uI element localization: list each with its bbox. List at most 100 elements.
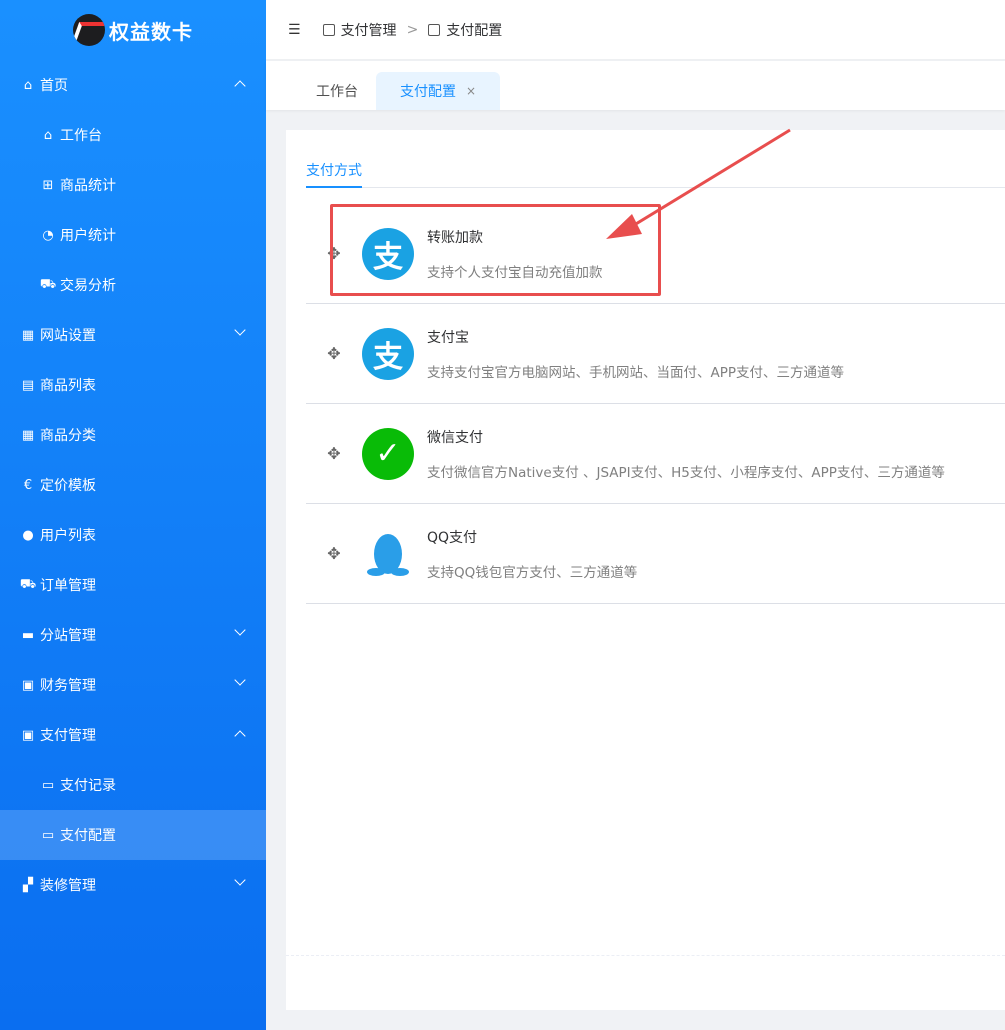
store-icon: ▬ xyxy=(21,627,35,643)
money-icon: ▣ xyxy=(21,677,35,693)
book-icon: ▭ xyxy=(41,777,55,793)
qq-icon xyxy=(362,528,414,580)
tab-payment-methods[interactable]: 支付方式 xyxy=(306,160,362,188)
sidebar-item-label: 交易分析 xyxy=(60,278,116,294)
collapse-sidebar-icon[interactable]: ☰ xyxy=(288,22,301,38)
sidebar-item[interactable]: ⊞ 商品统计 xyxy=(0,160,266,210)
payment-icon xyxy=(322,23,335,36)
pie-chart-icon: ◔ xyxy=(42,227,54,243)
sidebar-item-label: 用户列表 xyxy=(40,528,96,544)
sidebar-item-label: 商品分类 xyxy=(40,428,96,444)
payment-method-info: 支付宝支持支付宝官方电脑网站、手机网站、当面付、APP支付、三方通道等 xyxy=(427,327,844,381)
payment-method-row[interactable]: ✥ ✓ 微信支付支付微信官方Native支付 、JSAPI支付、H5支付、小程序支付… xyxy=(306,404,1005,504)
payment-icon: ▣ xyxy=(21,727,35,743)
sidebar-item[interactable]: ▦ 网站设置 xyxy=(0,310,266,360)
alipay-icon: 支 xyxy=(362,327,414,380)
tab-workbench[interactable]: 工作台 xyxy=(294,72,380,110)
chevron-down-icon[interactable] xyxy=(234,324,246,336)
drag-handle-icon[interactable]: ✥ xyxy=(306,444,362,463)
sidebar-item-label: 订单管理 xyxy=(40,578,96,594)
sidebar-item-label: 分站管理 xyxy=(40,628,96,644)
paint-roller-icon: ▞ xyxy=(23,877,33,893)
book-icon xyxy=(428,23,441,36)
payment-method-row[interactable]: ✥ 支支付宝支持支付宝官方电脑网站、手机网站、当面付、APP支付、三方通道等 xyxy=(306,304,1005,404)
chevron-up-icon[interactable] xyxy=(234,80,246,92)
grid-icon: ▦ xyxy=(21,427,35,443)
payment-method-info: 转账加款支持个人支付宝自动充值加款 xyxy=(427,227,603,281)
cart-icon: ⛟ xyxy=(19,576,37,592)
chevron-up-icon[interactable] xyxy=(234,730,246,742)
sidebar-item-label: 商品统计 xyxy=(60,178,116,194)
top-header: ☰ 支付管理 > 支付配置 xyxy=(266,0,1005,60)
sidebar-item[interactable]: ▣ 财务管理 xyxy=(0,660,266,710)
breadcrumb-separator: > xyxy=(406,21,419,38)
tabs-bar: 工作台 支付配置 × xyxy=(266,61,1005,110)
payment-method-row[interactable]: ✥ QQ支付支持QQ钱包官方支付、三方通道等 xyxy=(306,504,1005,604)
sidebar-item[interactable]: ▤ 商品列表 xyxy=(0,360,266,410)
chevron-down-icon[interactable] xyxy=(234,674,246,686)
payment-method-description: 支付微信官方Native支付 、JSAPI支付、H5支付、小程序支付、APP支付… xyxy=(427,464,945,481)
sidebar-item[interactable]: ▭ 支付配置 xyxy=(0,810,266,860)
breadcrumb-item-payment-management[interactable]: 支付管理 xyxy=(341,20,397,40)
tab-label: 工作台 xyxy=(316,84,358,100)
tab-label: 支付配置 xyxy=(400,84,456,100)
sidebar-item-label: 装修管理 xyxy=(40,878,96,894)
sidebar-menu: ⌂ 首页 ⌂ 工作台 ⊞ 商品统计 ◔ 用户统计 ⛟ 交易分析 ▦ 网站设置 ▤ 商品列表 ▦ 商品分类 € 定价… xyxy=(0,60,266,910)
sidebar: 权益数卡 ⌂ 首页 ⌂ 工作台 ⊞ 商品统计 ◔ 用户统计 ⛟ 交易分析 ▦ 网站设置 ▤ 商品列表 ▦ 商品… xyxy=(0,0,266,1030)
payment-method-name: QQ支付 xyxy=(427,529,478,546)
content-card: 支付方式 ✥ 支转账加款 支持个人支付宝自动充值加款 ✥ 支支付宝 支持支付宝官方电脑网站… xyxy=(286,130,1005,1010)
payment-method-name: 微信支付 xyxy=(427,429,483,446)
payment-method-name: 转账加款 xyxy=(427,229,483,246)
alipay-icon: 支 xyxy=(362,227,414,280)
app-logo[interactable]: 权益数卡 xyxy=(0,0,266,60)
sidebar-item-label: 首页 xyxy=(40,78,68,94)
sidebar-item[interactable]: ⛟ 订单管理 xyxy=(0,560,266,610)
sidebar-item[interactable]: ▭ 支付记录 xyxy=(0,760,266,810)
payment-method-list: ✥ 支转账加款 支持个人支付宝自动充值加款 ✥ 支支付宝 支持支付宝官方电脑网站、手机网站… xyxy=(306,204,1005,604)
sidebar-item[interactable]: ◔ 用户统计 xyxy=(0,210,266,260)
drag-handle-icon[interactable]: ✥ xyxy=(306,344,362,363)
drag-handle-icon[interactable]: ✥ xyxy=(306,244,362,263)
sidebar-item[interactable]: € 定价模板 xyxy=(0,460,266,510)
cart-icon: ⛟ xyxy=(39,276,57,292)
sidebar-item-label: 支付管理 xyxy=(40,728,96,744)
sidebar-item[interactable]: ⌂ 首页 xyxy=(0,60,266,110)
drag-handle-icon[interactable]: ✥ xyxy=(306,544,362,563)
chevron-down-icon[interactable] xyxy=(234,624,246,636)
sidebar-item[interactable]: ▬ 分站管理 xyxy=(0,610,266,660)
payment-method-name: 支付宝 xyxy=(427,329,469,346)
home-icon: ⌂ xyxy=(43,127,53,143)
app-name: 权益数卡 xyxy=(109,19,193,44)
list-icon: ▤ xyxy=(21,377,35,393)
breadcrumb-item-payment-config: 支付配置 xyxy=(446,22,503,39)
divider xyxy=(286,955,1005,956)
sidebar-item[interactable]: ▦ 商品分类 xyxy=(0,410,266,460)
sidebar-item-label: 支付配置 xyxy=(60,828,116,844)
payment-method-description: 支持支付宝官方电脑网站、手机网站、当面付、APP支付、三方通道等 xyxy=(427,364,845,381)
sidebar-item-label: 商品列表 xyxy=(40,378,96,394)
euro-icon: € xyxy=(23,477,33,493)
sidebar-item-label: 网站设置 xyxy=(40,328,96,344)
logo-icon xyxy=(73,14,105,46)
close-icon[interactable]: × xyxy=(466,84,476,98)
sidebar-item-label: 定价模板 xyxy=(40,478,96,494)
payment-method-info: QQ支付支持QQ钱包官方支付、三方通道等 xyxy=(427,527,637,581)
wechat-pay-icon: ✓ xyxy=(362,427,414,480)
basket-icon: ⊞ xyxy=(42,177,54,193)
annotation-arrow xyxy=(606,128,791,239)
payment-method-description: 支持个人支付宝自动充值加款 xyxy=(427,264,603,281)
book-icon: ▭ xyxy=(41,827,55,843)
chevron-down-icon[interactable] xyxy=(234,874,246,886)
sidebar-item[interactable]: ⛟ 交易分析 xyxy=(0,260,266,310)
tab-payment-config[interactable]: 支付配置 × xyxy=(376,72,501,110)
sidebar-item[interactable]: ▞ 装修管理 xyxy=(0,860,266,910)
payment-method-description: 支持QQ钱包官方支付、三方通道等 xyxy=(427,564,638,581)
building-icon: ▦ xyxy=(21,327,35,343)
sidebar-item-label: 支付记录 xyxy=(60,778,116,794)
sidebar-item[interactable]: ▣ 支付管理 xyxy=(0,710,266,760)
home-icon: ⌂ xyxy=(23,77,33,93)
sidebar-item-label: 用户统计 xyxy=(60,228,116,244)
sidebar-item[interactable]: ⌂ 工作台 xyxy=(0,110,266,160)
user-icon: ● xyxy=(22,527,34,543)
sidebar-item[interactable]: ● 用户列表 xyxy=(0,510,266,560)
